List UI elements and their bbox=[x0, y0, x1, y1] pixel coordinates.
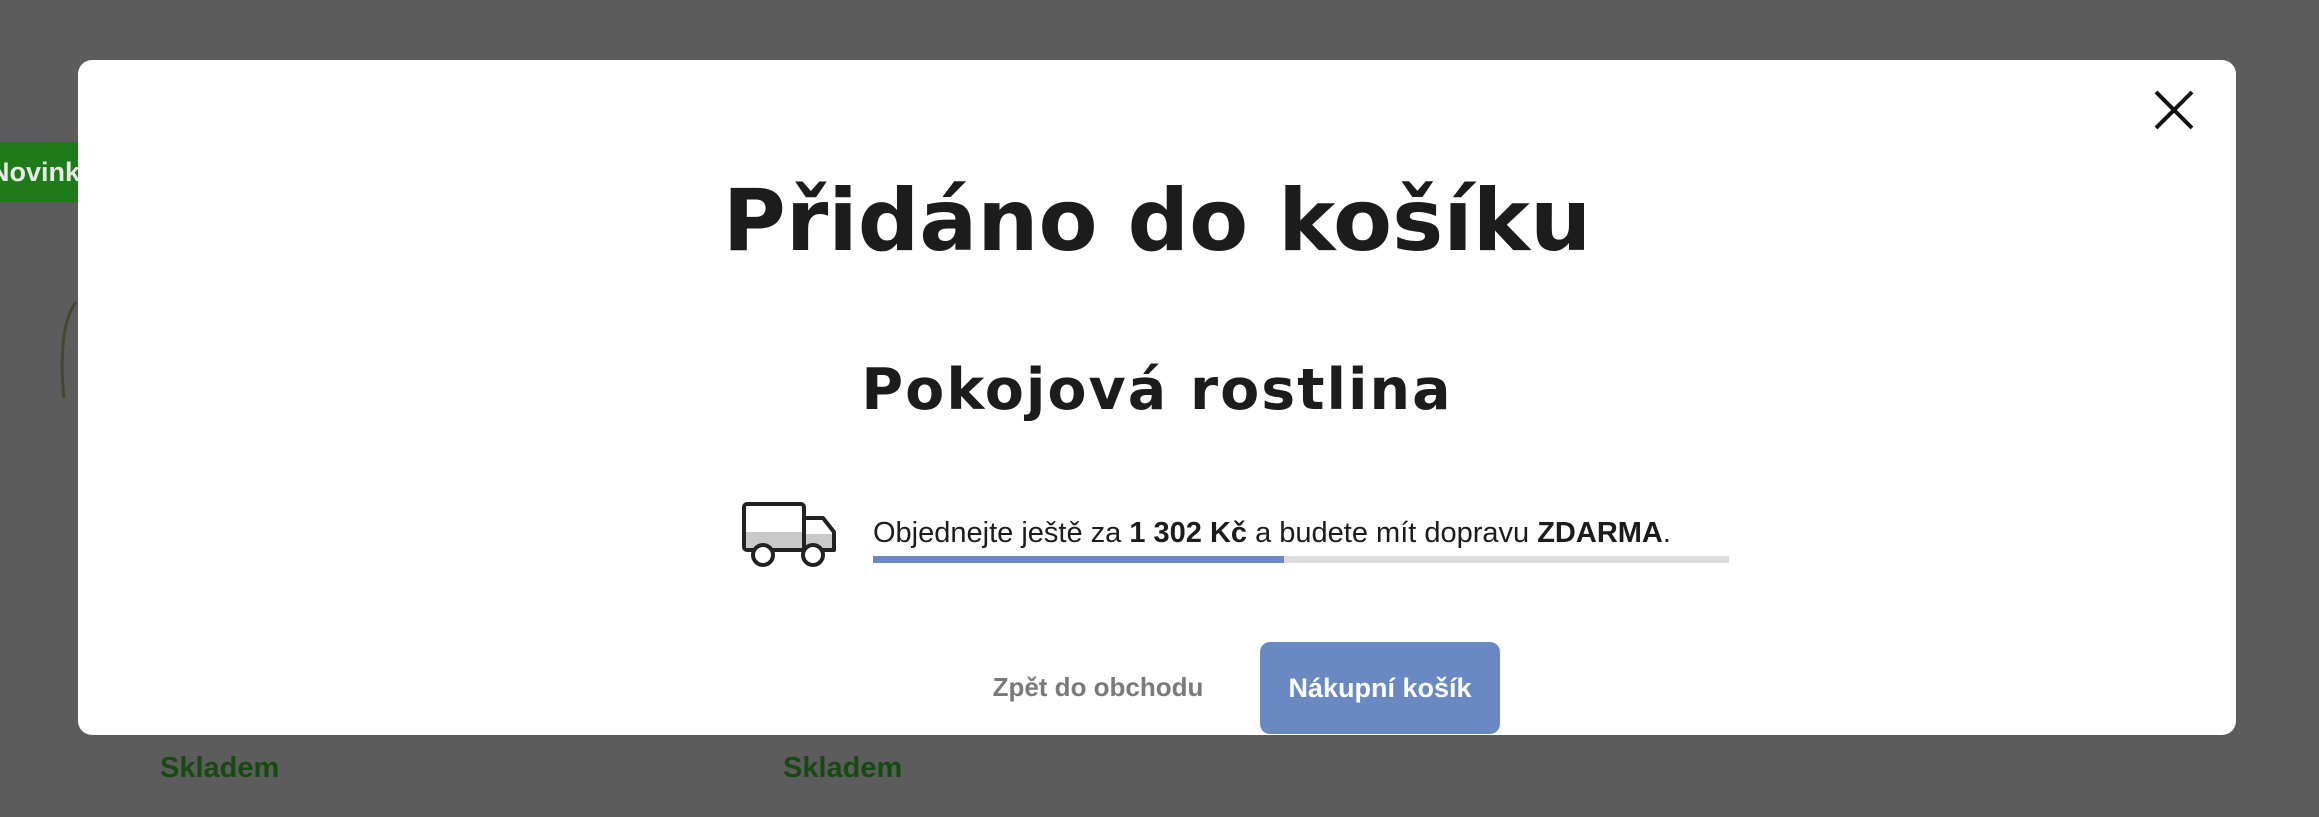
close-icon bbox=[2154, 90, 2194, 130]
shipping-text-after: . bbox=[1662, 517, 1671, 549]
product-name: Pokojová rostlina bbox=[861, 357, 1453, 423]
stock-label: Skladem bbox=[160, 752, 280, 784]
truck-icon bbox=[742, 502, 836, 567]
back-to-shop-button[interactable]: Zpět do obchodu bbox=[978, 652, 1218, 722]
shipping-text-before: Objednejte ještě za bbox=[873, 517, 1130, 549]
shipping-text-middle: a budete mít dopravu bbox=[1247, 517, 1538, 549]
free-label: ZDARMA bbox=[1537, 517, 1663, 549]
stock-label: Skladem bbox=[783, 752, 903, 784]
close-button[interactable] bbox=[2138, 74, 2210, 146]
free-shipping-progress: Objednejte ještě za 1 302 Kč a budete mí… bbox=[663, 495, 1729, 575]
new-badge: Novinka bbox=[0, 142, 90, 202]
remaining-amount: 1 302 Kč bbox=[1129, 517, 1248, 549]
shopping-cart-button[interactable]: Nákupní košík bbox=[1260, 642, 1500, 734]
shipping-progress-bar bbox=[873, 556, 1729, 563]
added-to-cart-modal: Přidáno do košíku Pokojová rostlina Obje… bbox=[78, 60, 2236, 735]
shipping-message: Objednejte ještě za 1 302 Kč a budete mí… bbox=[873, 517, 1671, 550]
plant-leaf-image bbox=[60, 301, 78, 399]
shipping-progress-fill bbox=[873, 556, 1284, 563]
modal-title: Přidáno do košíku bbox=[722, 171, 1592, 271]
